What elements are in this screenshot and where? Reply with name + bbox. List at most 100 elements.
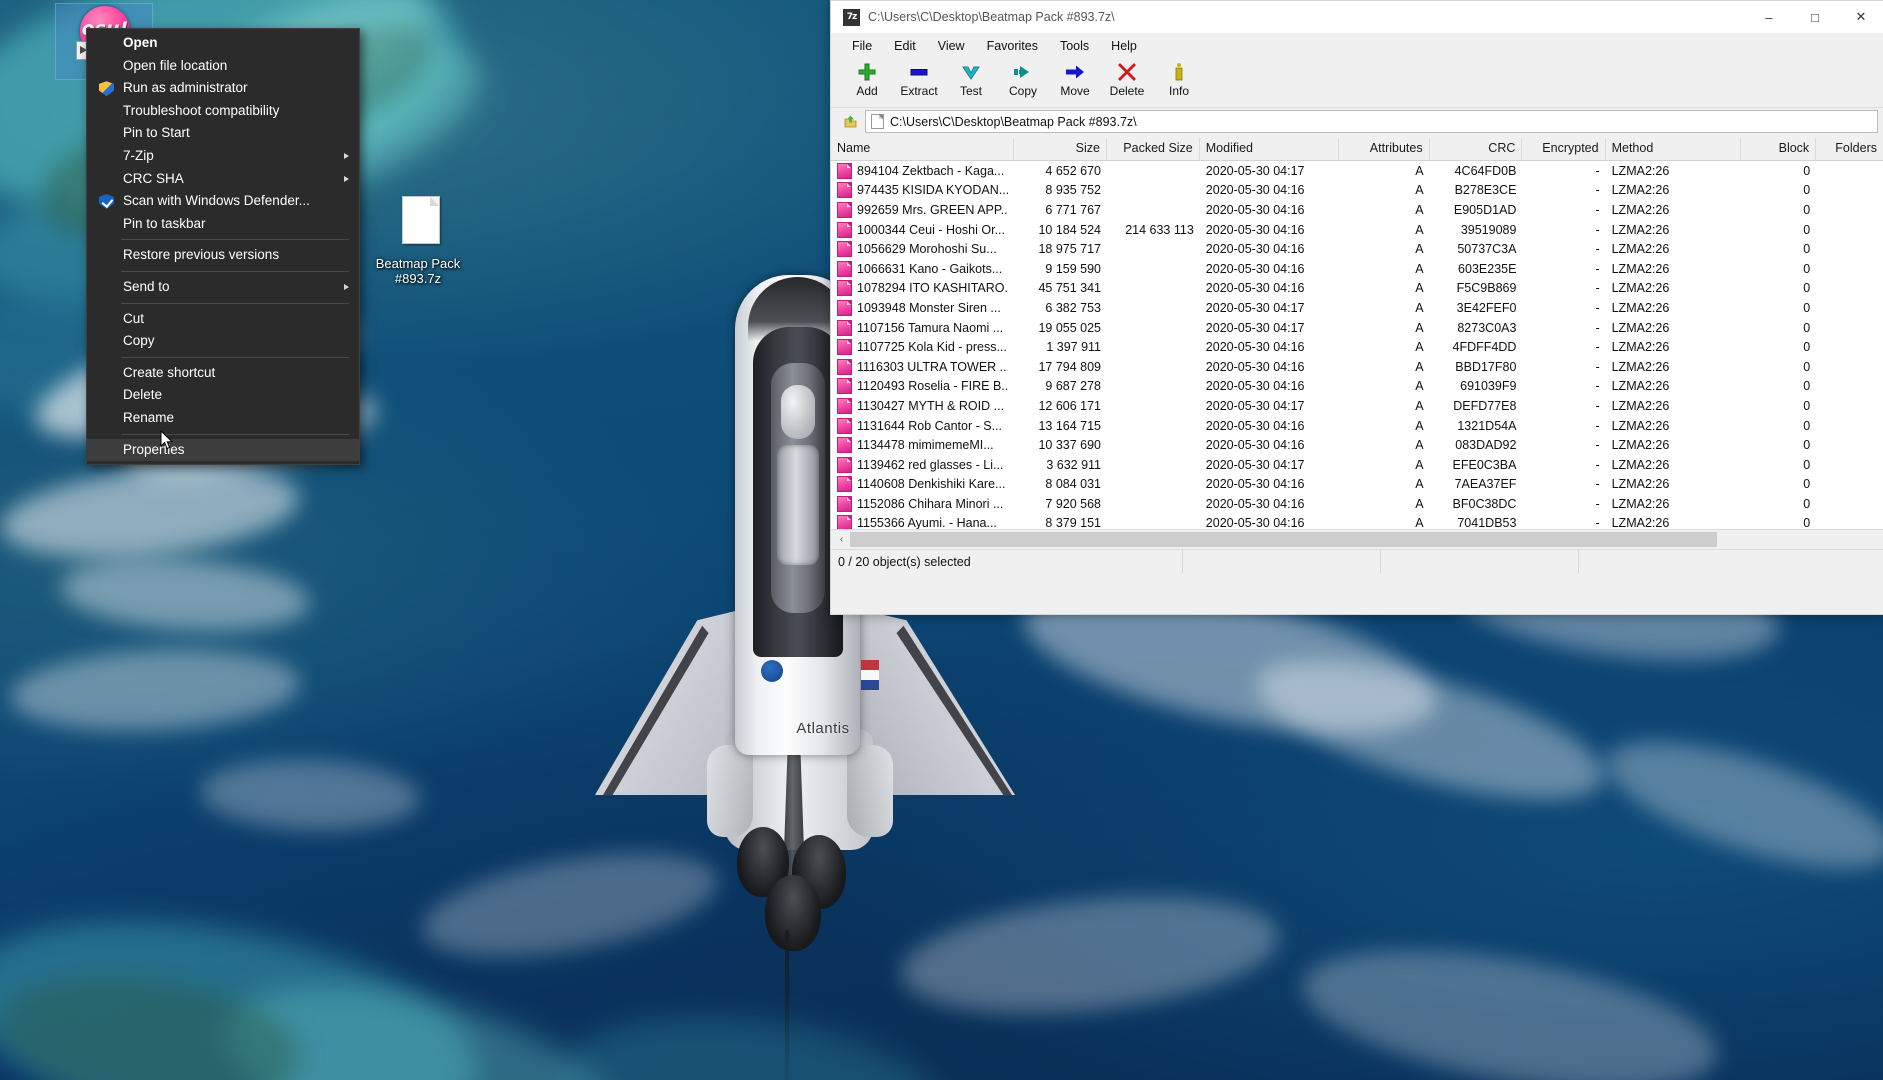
column-header-name[interactable]: Name (831, 138, 1015, 160)
table-row[interactable]: 1134478 mimimemeMI... 10 337 690 2020-05-3… (831, 435, 1883, 455)
cell-block: 0 (1803, 398, 1811, 413)
toolbar-button-test[interactable]: Test (945, 59, 997, 98)
up-one-level-button[interactable] (839, 112, 861, 132)
scrollbar-thumb[interactable] (850, 532, 1717, 547)
cell-method: LZMA2:26 (1611, 516, 1670, 529)
table-row[interactable]: 1140608 Denkishiki Kare... 8 084 031 2020-… (831, 475, 1883, 495)
sevenzip-window[interactable]: 7z C:\Users\C\Desktop\Beatmap Pack #893.… (830, 0, 1883, 615)
table-row[interactable]: 1152086 Chihara Minori ... 7 920 568 2020-… (831, 494, 1883, 514)
context-menu-item-pin-to-start[interactable]: Pin to Start (87, 122, 359, 145)
minimize-button[interactable]: – (1746, 1, 1792, 33)
table-row[interactable]: 1107156 Tamura Naomi ... 19 055 025 2020-0… (831, 318, 1883, 338)
file-name-text: 894104 Zektbach - Kaga... (857, 163, 1005, 178)
context-menu-item-7-zip[interactable]: 7-Zip (87, 145, 359, 168)
context-menu-item-troubleshoot-compatibility[interactable]: Troubleshoot compatibility (87, 100, 359, 123)
table-row[interactable]: 1116303 ULTRA TOWER ... 17 794 809 2020-05… (831, 357, 1883, 377)
scroll-left-arrow-icon[interactable]: ‹ (833, 531, 850, 548)
context-menu-item-pin-to-taskbar[interactable]: Pin to taskbar (87, 213, 359, 236)
address-field[interactable]: C:\Users\C\Desktop\Beatmap Pack #893.7z\ (865, 110, 1878, 133)
context-menu-item-restore-previous-versions[interactable]: Restore previous versions (87, 244, 359, 267)
context-menu-item-crc-sha[interactable]: CRC SHA (87, 168, 359, 191)
close-button[interactable]: ✕ (1838, 1, 1883, 33)
window-controls[interactable]: – □ ✕ (1746, 1, 1883, 33)
menu-item-help[interactable]: Help (1100, 36, 1148, 56)
window-titlebar[interactable]: 7z C:\Users\C\Desktop\Beatmap Pack #893.… (831, 1, 1883, 33)
shuttle-payload-module (777, 445, 819, 565)
table-row[interactable]: 1155366 Ayumi. - Hana... 8 379 151 2020-05… (831, 514, 1883, 529)
column-header-attributes[interactable]: Attributes (1339, 138, 1430, 160)
context-menu-item-rename[interactable]: Rename (87, 407, 359, 430)
menu-item-favorites[interactable]: Favorites (976, 36, 1049, 56)
context-menu-item-label: Restore previous versions (123, 247, 280, 263)
context-menu-item-copy[interactable]: Copy (87, 330, 359, 353)
table-row[interactable]: 1130427 MYTH & ROID ... 12 606 171 2020-05… (831, 396, 1883, 416)
context-menu-separator (121, 433, 349, 435)
toolbar-button-move[interactable]: Move (1049, 59, 1101, 98)
table-row[interactable]: 1093948 Monster Siren ... 6 382 753 2020-0… (831, 298, 1883, 318)
context-menu-item-delete[interactable]: Delete (87, 384, 359, 407)
column-header-modified[interactable]: Modified (1200, 138, 1339, 160)
toolbar-button-delete[interactable]: Delete (1101, 59, 1153, 98)
column-header-encrypted[interactable]: Encrypted (1522, 138, 1606, 160)
context-menu-item-open[interactable]: Open (87, 32, 359, 55)
address-bar[interactable]: C:\Users\C\Desktop\Beatmap Pack #893.7z\ (831, 108, 1883, 138)
desktop-context-menu[interactable]: Open Open file location Run as administrat… (86, 28, 360, 466)
context-menu-item-label: CRC SHA (123, 170, 184, 186)
context-menu-item-open-file-location[interactable]: Open file location (87, 55, 359, 78)
desktop-icon-beatmap-archive[interactable]: Beatmap Pack #893.7z (370, 196, 466, 286)
table-row[interactable]: 1107725 Kola Kid - press... 1 397 911 2020… (831, 337, 1883, 357)
file-list[interactable]: 894104 Zektbach - Kaga... 4 652 670 2020-0… (831, 161, 1883, 529)
context-menu-item-create-shortcut[interactable]: Create shortcut (87, 362, 359, 385)
table-row[interactable]: 1000344 Ceui - Hoshi Or... 10 184 524 214 … (831, 220, 1883, 240)
file-name-text: 1130427 MYTH & ROID ... (857, 398, 1005, 413)
column-header-crc[interactable]: CRC (1430, 138, 1523, 160)
cell-size: 19 055 025 (1038, 320, 1101, 335)
table-row[interactable]: 894104 Zektbach - Kaga... 4 652 670 2020-0… (831, 161, 1883, 181)
table-row[interactable]: 992659 Mrs. GREEN APP... 6 771 767 2020-05… (831, 200, 1883, 220)
table-row[interactable]: 1139462 red glasses - Li... 3 632 911 2020… (831, 455, 1883, 475)
table-row[interactable]: 974435 KISIDA KYODAN... 8 935 752 2020-05-… (831, 181, 1883, 201)
menu-item-file[interactable]: File (841, 36, 883, 56)
scrollbar-track[interactable] (850, 532, 1882, 547)
table-row[interactable]: 1131644 Rob Cantor - S... 13 164 715 2020-… (831, 416, 1883, 436)
toolbar-button-add[interactable]: Add (841, 59, 893, 98)
context-menu-item-properties[interactable]: Properties (87, 438, 359, 462)
column-header-folders[interactable]: Folders (1816, 138, 1883, 160)
cell-encrypted: - (1595, 261, 1600, 276)
table-row[interactable]: 1078294 ITO KASHITARO... 45 751 341 2020-0… (831, 279, 1883, 299)
cell-encrypted: - (1595, 477, 1600, 492)
cell-encrypted: - (1595, 222, 1600, 237)
context-menu-item-run-as-administrator[interactable]: Run as administrator (87, 77, 359, 100)
toolbar-button-info[interactable]: Info (1153, 59, 1205, 98)
horizontal-scrollbar[interactable]: ‹ (831, 529, 1883, 549)
table-row[interactable]: 1120493 Roselia - FIRE B... 9 687 278 2020… (831, 377, 1883, 397)
cell-method: LZMA2:26 (1611, 261, 1670, 276)
menu-item-view[interactable]: View (927, 36, 976, 56)
menu-item-tools[interactable]: Tools (1049, 36, 1100, 56)
archive-file-icon (390, 196, 446, 252)
status-bar: 0 / 20 object(s) selected (831, 549, 1883, 573)
maximize-button[interactable]: □ (1792, 1, 1838, 33)
context-menu-item-scan-with-windows-defender[interactable]: Scan with Windows Defender... (87, 190, 359, 213)
cell-method: LZMA2:26 (1611, 163, 1670, 178)
toolbar-button-extract[interactable]: Extract (893, 59, 945, 98)
cell-size: 3 632 911 (1046, 457, 1101, 472)
context-menu-item-label: Open file location (123, 57, 228, 73)
menu-bar[interactable]: File Edit View Favorites Tools Help (831, 33, 1883, 59)
cell-modified: 2020-05-30 04:17 (1205, 163, 1305, 178)
table-row[interactable]: 1066631 Kano - Gaikots... 9 159 590 2020-0… (831, 259, 1883, 279)
context-menu-item-send-to[interactable]: Send to (87, 276, 359, 299)
column-header-size[interactable]: Size (1014, 138, 1107, 160)
toolbar-button-copy[interactable]: Copy (997, 59, 1049, 98)
column-headers[interactable]: Name Size Packed Size Modified Attributes CRC… (831, 138, 1883, 161)
menu-item-edit[interactable]: Edit (883, 36, 927, 56)
cell-name: 1131644 Rob Cantor - S... (831, 417, 1014, 434)
minus-icon (893, 61, 945, 83)
osz-file-icon (837, 201, 852, 218)
column-header-block[interactable]: Block (1741, 138, 1817, 160)
table-row[interactable]: 1056629 Morohoshi Su... 18 975 717 2020-05… (831, 239, 1883, 259)
toolbar[interactable]: Add Extract Test Copy Move Delete Info (831, 59, 1883, 108)
context-menu-item-cut[interactable]: Cut (87, 308, 359, 331)
column-header-packed[interactable]: Packed Size (1107, 138, 1200, 160)
column-header-method[interactable]: Method (1606, 138, 1741, 160)
